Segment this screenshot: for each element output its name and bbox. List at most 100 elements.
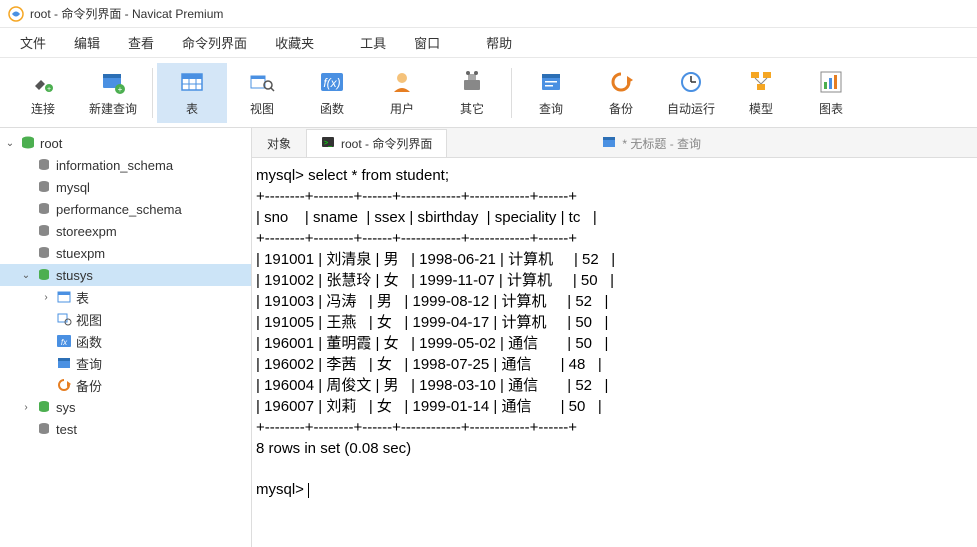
tree-label: stusys	[56, 268, 93, 283]
menu-tools[interactable]: 工具	[348, 29, 398, 56]
backup-icon	[56, 377, 72, 393]
user-icon	[388, 68, 416, 96]
menu-file[interactable]: 文件	[8, 29, 58, 56]
console-row: | 196002 | 李茜 | 女 | 1998-07-25 | 通信 | 48…	[256, 356, 602, 373]
tab-label: * 无标题 - 查询	[622, 135, 701, 152]
connection-tree[interactable]: ⌄ root information_schema mysql performa…	[0, 128, 252, 547]
tb-autorun[interactable]: 自动运行	[656, 63, 726, 123]
tb-function[interactable]: f(x) 函数	[297, 63, 367, 123]
tab-cli[interactable]: >_ root - 命令列界面	[306, 129, 447, 157]
tab-bar: 对象 >_ root - 命令列界面 * 无标题 - 查询	[252, 128, 977, 158]
tb-label: 自动运行	[667, 100, 715, 117]
view-icon	[248, 68, 276, 96]
tree-db[interactable]: performance_schema	[0, 198, 251, 220]
tb-new-query[interactable]: + 新建查询	[78, 63, 148, 123]
console-icon: >_	[321, 135, 335, 152]
tb-label: 查询	[539, 100, 563, 117]
tree-db[interactable]: mysql	[0, 176, 251, 198]
view-icon	[56, 311, 72, 327]
tree-queries[interactable]: 查询	[0, 352, 251, 374]
menu-help[interactable]: 帮助	[474, 29, 524, 56]
menu-edit[interactable]: 编辑	[62, 29, 112, 56]
tb-label: 模型	[749, 100, 773, 117]
menu-cli[interactable]: 命令列界面	[170, 29, 259, 56]
console-line: mysql> select * from student;	[256, 167, 449, 184]
console-row: | 191002 | 张慧玲 | 女 | 1999-11-07 | 计算机 | …	[256, 272, 614, 289]
tb-label: 视图	[250, 100, 274, 117]
console-line: +--------+--------+------+------------+-…	[256, 230, 577, 247]
tb-model[interactable]: 模型	[726, 63, 796, 123]
tree-functions[interactable]: fx函数	[0, 330, 251, 352]
backup-icon	[607, 68, 635, 96]
menu-view[interactable]: 查看	[116, 29, 166, 56]
menu-favorites[interactable]: 收藏夹	[263, 29, 326, 56]
database-icon	[36, 245, 52, 261]
tree-label: information_schema	[56, 158, 173, 173]
tb-backup[interactable]: 备份	[586, 63, 656, 123]
tree-tables[interactable]: ›表	[0, 286, 251, 308]
console-line: 8 rows in set (0.08 sec)	[256, 440, 411, 457]
console-line: +--------+--------+------+------------+-…	[256, 419, 577, 436]
tb-chart[interactable]: 图表	[796, 63, 866, 123]
tree-label: sys	[56, 400, 76, 415]
database-icon	[36, 179, 52, 195]
tb-label: 连接	[31, 100, 55, 117]
tree-db[interactable]: information_schema	[0, 154, 251, 176]
tab-label: 对象	[267, 135, 291, 152]
model-icon	[747, 68, 775, 96]
tb-label: 用户	[390, 100, 414, 117]
tree-db[interactable]: test	[0, 418, 251, 440]
toolbar-separator	[511, 68, 512, 118]
menu-bar: 文件 编辑 查看 命令列界面 收藏夹 工具 窗口 帮助	[0, 28, 977, 58]
cursor-icon	[308, 483, 309, 498]
svg-text:f(x): f(x)	[323, 76, 340, 90]
tb-label: 函数	[320, 100, 344, 117]
query-icon	[56, 355, 72, 371]
menu-window[interactable]: 窗口	[402, 29, 452, 56]
tb-label: 新建查询	[89, 100, 137, 117]
database-icon	[36, 157, 52, 173]
tb-query[interactable]: 查询	[516, 63, 586, 123]
tab-untitled-query[interactable]: * 无标题 - 查询	[587, 129, 716, 157]
tb-connection[interactable]: + 连接	[8, 63, 78, 123]
svg-text:+: +	[47, 86, 51, 93]
console-row: | 196007 | 刘莉 | 女 | 1999-01-14 | 通信 | 50…	[256, 398, 602, 415]
fx-icon: fx	[56, 333, 72, 349]
tree-backup[interactable]: 备份	[0, 374, 251, 396]
tree-db-stusys[interactable]: ⌄stusys	[0, 264, 251, 286]
console-row: | 191005 | 王燕 | 女 | 1999-04-17 | 计算机 | 5…	[256, 314, 608, 331]
chevron-right-icon: ›	[40, 292, 52, 303]
tb-view[interactable]: 视图	[227, 63, 297, 123]
console-row: | 191001 | 刘清泉 | 男 | 1998-06-21 | 计算机 | …	[256, 251, 615, 268]
plug-icon: +	[29, 68, 57, 96]
tree-label: 备份	[76, 376, 102, 395]
tb-other[interactable]: 其它	[437, 63, 507, 123]
tab-objects[interactable]: 对象	[252, 129, 306, 157]
tree-db[interactable]: › sys	[0, 396, 251, 418]
tb-label: 表	[186, 100, 198, 117]
tree-db[interactable]: storeexpm	[0, 220, 251, 242]
app-logo-icon	[8, 6, 24, 22]
tb-user[interactable]: 用户	[367, 63, 437, 123]
tree-label: test	[56, 422, 77, 437]
tree-views[interactable]: 视图	[0, 308, 251, 330]
query2-icon	[537, 68, 565, 96]
chevron-right-icon: ›	[20, 402, 32, 413]
window-title: root - 命令列界面 - Navicat Premium	[30, 5, 223, 22]
mysql-console[interactable]: mysql> select * from student; +--------+…	[252, 158, 977, 547]
tree-db[interactable]: stuexpm	[0, 242, 251, 264]
table-icon	[56, 289, 72, 305]
query-icon	[602, 135, 616, 152]
tree-label: 函数	[76, 332, 102, 351]
autorun-icon	[677, 68, 705, 96]
database-icon	[36, 399, 52, 415]
table-icon	[178, 68, 206, 96]
tb-table[interactable]: 表	[157, 63, 227, 123]
tree-label: storeexpm	[56, 224, 117, 239]
console-line: | sno | sname | ssex | sbirthday | speci…	[256, 209, 597, 226]
tree-label: stuexpm	[56, 246, 105, 261]
console-row: | 191003 | 冯涛 | 男 | 1999-08-12 | 计算机 | 5…	[256, 293, 608, 310]
svg-text:>_: >_	[324, 140, 332, 147]
tree-connection-root[interactable]: ⌄ root	[0, 132, 251, 154]
console-row: | 196004 | 周俊文 | 男 | 1998-03-10 | 通信 | 5…	[256, 377, 608, 394]
